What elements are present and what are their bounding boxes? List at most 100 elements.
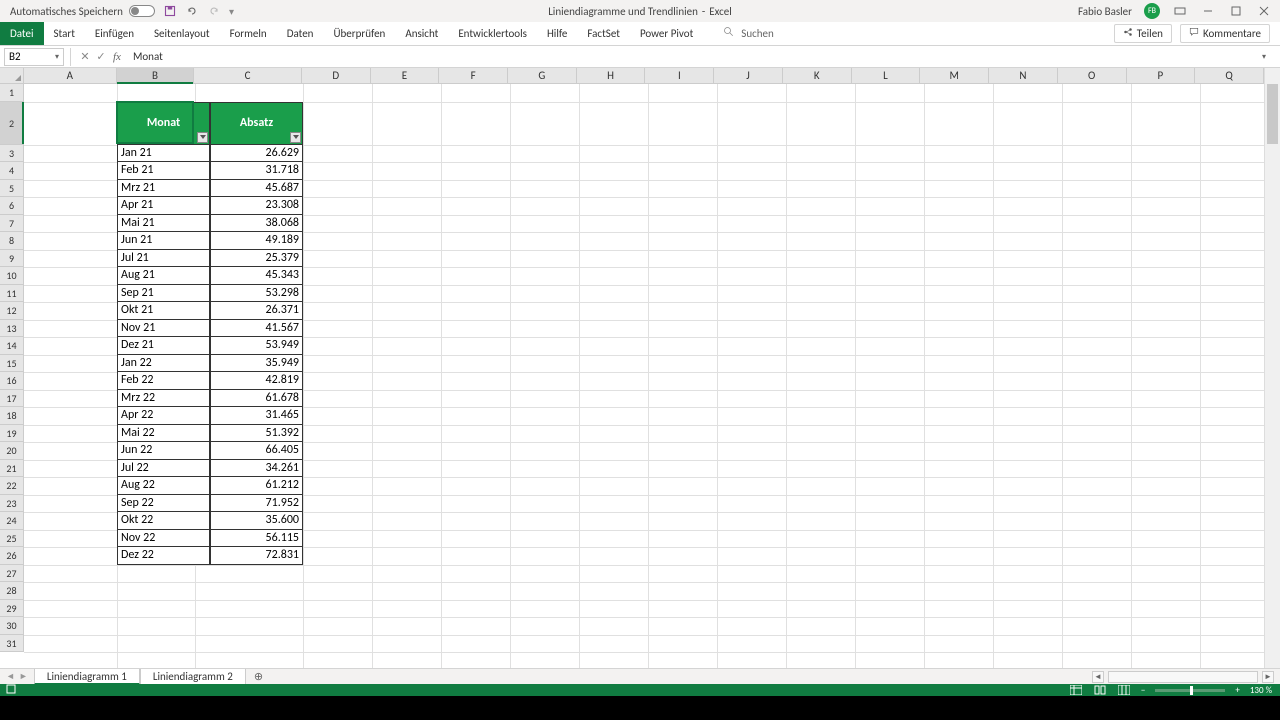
cell-month[interactable]: Jul 21 [117,250,210,268]
cell-month[interactable]: Aug 22 [117,477,210,495]
enter-formula-icon[interactable]: ✓ [93,50,109,63]
formula-expand-icon[interactable]: ▾ [1262,52,1276,62]
cell-sales[interactable]: 26.629 [210,145,303,163]
cell-month[interactable]: Sep 21 [117,285,210,303]
row-header-28[interactable]: 28 [0,582,23,600]
ribbon-tab-daten[interactable]: Daten [277,22,324,45]
hscroll-track[interactable] [1108,671,1258,683]
row-header-14[interactable]: 14 [0,337,23,355]
qat-customize-icon[interactable]: ▾ [229,5,234,18]
cell-sales[interactable]: 45.687 [210,180,303,198]
table-row[interactable]: Mrz 2261.678 [117,390,303,408]
table-row[interactable]: Mai 2251.392 [117,425,303,443]
name-box[interactable]: B2 ▾ [4,48,64,66]
column-header-C[interactable]: C [194,68,302,83]
row-header-2[interactable]: 2 [0,102,23,145]
table-row[interactable]: Apr 2231.465 [117,407,303,425]
formula-input[interactable]: Monat [125,50,1262,63]
cell-sales[interactable]: 51.392 [210,425,303,443]
row-header-20[interactable]: 20 [0,442,23,460]
zoom-level[interactable]: 130 % [1250,685,1272,696]
user-name[interactable]: Fabio Basler [1078,5,1132,18]
column-header-L[interactable]: L [852,68,921,83]
cell-month[interactable]: Jul 22 [117,460,210,478]
ribbon-tab-datei[interactable]: Datei [0,22,44,45]
table-row[interactable]: Aug 2261.212 [117,477,303,495]
column-header-E[interactable]: E [371,68,440,83]
cell-month[interactable]: Jan 21 [117,145,210,163]
cell-sales[interactable]: 26.371 [210,302,303,320]
table-row[interactable]: Feb 2131.718 [117,162,303,180]
column-header-K[interactable]: K [783,68,852,83]
table-row[interactable]: Dez 2153.949 [117,337,303,355]
cell-month[interactable]: Feb 22 [117,372,210,390]
table-row[interactable]: Jan 2126.629 [117,145,303,163]
cell-month[interactable]: Okt 22 [117,512,210,530]
cell-sales[interactable]: 35.600 [210,512,303,530]
row-header-5[interactable]: 5 [0,180,23,198]
table-row[interactable]: Jul 2125.379 [117,250,303,268]
ribbon-tab-entwicklertools[interactable]: Entwicklertools [448,22,537,45]
row-header-27[interactable]: 27 [0,565,23,583]
ribbon-tab-formeln[interactable]: Formeln [220,22,277,45]
cell-sales[interactable]: 61.212 [210,477,303,495]
row-header-17[interactable]: 17 [0,390,23,408]
column-header-B[interactable]: B [117,68,195,83]
user-avatar-icon[interactable]: FB [1144,3,1160,19]
minimize-icon[interactable] [1200,3,1216,19]
row-header-1[interactable]: 1 [0,84,23,102]
cell-month[interactable]: Nov 21 [117,320,210,338]
ribbon-tab-hilfe[interactable]: Hilfe [537,22,577,45]
cell-sales[interactable]: 23.308 [210,197,303,215]
row-header-24[interactable]: 24 [0,512,23,530]
save-icon[interactable] [163,4,177,18]
cell-sales[interactable]: 38.068 [210,215,303,233]
cell-sales[interactable]: 66.405 [210,442,303,460]
fx-icon[interactable]: fx [113,51,121,63]
row-header-15[interactable]: 15 [0,355,23,373]
cell-month[interactable]: Mrz 21 [117,180,210,198]
table-row[interactable]: Jul 2234.261 [117,460,303,478]
select-all-button[interactable] [0,68,24,84]
table-row[interactable]: Mrz 2145.687 [117,180,303,198]
cell-sales[interactable]: 34.261 [210,460,303,478]
row-header-12[interactable]: 12 [0,302,23,320]
table-row[interactable]: Nov 2256.115 [117,530,303,548]
cancel-formula-icon[interactable]: ✕ [77,50,93,63]
table-row[interactable]: Dez 2272.831 [117,547,303,565]
row-header-6[interactable]: 6 [0,197,23,215]
close-icon[interactable] [1256,3,1272,19]
cell-month[interactable]: Mai 21 [117,215,210,233]
ribbon-tab-einfügen[interactable]: Einfügen [85,22,144,45]
zoom-slider[interactable] [1155,689,1225,692]
table-row[interactable]: Sep 2153.298 [117,285,303,303]
cell-month[interactable]: Dez 21 [117,337,210,355]
zoom-out-icon[interactable]: − [1141,685,1145,696]
cell-month[interactable]: Sep 22 [117,495,210,513]
row-header-7[interactable]: 7 [0,215,23,233]
cell-month[interactable]: Dez 22 [117,547,210,565]
ribbon-tab-ansicht[interactable]: Ansicht [395,22,448,45]
share-button[interactable]: Teilen [1114,24,1172,43]
table-row[interactable]: Aug 2145.343 [117,267,303,285]
row-header-21[interactable]: 21 [0,460,23,478]
cell-month[interactable]: Nov 22 [117,530,210,548]
cell-sales[interactable]: 53.949 [210,337,303,355]
row-header-25[interactable]: 25 [0,530,23,548]
cell-month[interactable]: Feb 21 [117,162,210,180]
maximize-icon[interactable] [1228,3,1244,19]
cell-month[interactable]: Jun 21 [117,232,210,250]
row-header-23[interactable]: 23 [0,495,23,513]
row-header-11[interactable]: 11 [0,285,23,303]
hscroll-left-icon[interactable]: ◄ [1092,671,1104,683]
vertical-scrollbar[interactable] [1264,68,1280,684]
ribbon-tab-seitenlayout[interactable]: Seitenlayout [144,22,220,45]
row-header-19[interactable]: 19 [0,425,23,443]
ribbon-tab-power pivot[interactable]: Power Pivot [630,22,703,45]
table-row[interactable]: Jun 2149.189 [117,232,303,250]
page-layout-view-icon[interactable] [1093,685,1107,695]
cell-month[interactable]: Mai 22 [117,425,210,443]
search-box[interactable]: Suchen [723,22,774,45]
cell-month[interactable]: Jan 22 [117,355,210,373]
autosave-toggle[interactable]: Automatisches Speichern [10,5,155,18]
